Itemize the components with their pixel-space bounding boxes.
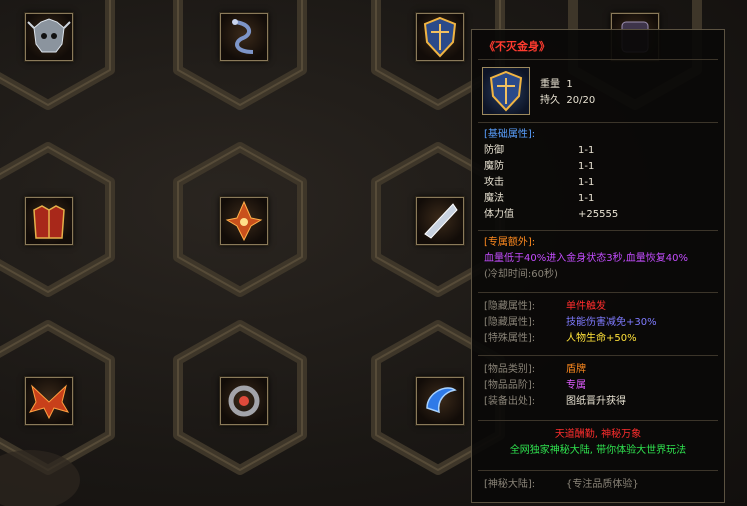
stat-value: 1-1 [578, 161, 595, 172]
divider [478, 122, 718, 123]
cooldown-text: (冷却时间:60秒) [484, 269, 558, 280]
phoenix-wings-icon [28, 384, 70, 420]
flavor-line-1: 天道酬勤, 神秘万象 [554, 429, 642, 440]
divider [478, 230, 718, 231]
footer-label: [神秘大陆]: [484, 479, 536, 490]
info-row: [物品类别]: 盾牌 [484, 362, 586, 378]
weight-row: 重量 1 [540, 77, 573, 93]
info-row: [物品品阶]: 专属 [484, 378, 586, 394]
serpent-necklace-icon [232, 19, 254, 54]
stat-row: 防御 1-1 [484, 143, 594, 159]
skull-helmet-icon [27, 18, 71, 53]
flame-emblem-icon [225, 200, 263, 242]
info-row: [装备出处]: 图纸晋升获得 [484, 394, 626, 410]
item-tooltip: 《不灭金身》 重量 1 持久 20/20 [基础属性]: 防御 1-1 魔防 1-1… [471, 29, 725, 503]
footer-row: [神秘大陆]: {专注品质体验} [484, 477, 639, 493]
attr-label: [隐藏属性]: [484, 301, 536, 312]
attr-value: 单件触发 [566, 301, 606, 312]
item-slot-helmet[interactable] [25, 13, 73, 61]
item-slot-necklace[interactable] [220, 13, 268, 61]
durability-label: 持久 [540, 95, 560, 106]
durability-row: 持久 20/20 [540, 93, 595, 109]
item-slot-blade[interactable] [416, 197, 464, 245]
divider [478, 59, 718, 60]
hidden-attr-row: [隐藏属性]: 单件触发 [484, 299, 606, 315]
crystal-blade-icon [424, 203, 458, 239]
stat-name: 魔法 [484, 193, 504, 204]
stat-name: 攻击 [484, 177, 504, 188]
item-slot-ring[interactable] [220, 377, 268, 425]
divider [478, 292, 718, 293]
stat-name: 体力值 [484, 209, 514, 220]
base-attr-header: [基础属性]: [484, 129, 536, 140]
stat-name: 魔防 [484, 161, 504, 172]
attr-label: [特殊属性]: [484, 333, 536, 344]
spiked-ring-icon [228, 385, 260, 417]
red-armor-icon [33, 205, 65, 239]
stat-value: +25555 [578, 209, 619, 220]
divider [478, 470, 718, 471]
stat-name: 防御 [484, 145, 504, 156]
stat-value: 1-1 [578, 177, 595, 188]
item-slot-shield[interactable] [416, 13, 464, 61]
weight-label: 重量 [540, 79, 560, 90]
info-label: [物品品阶]: [484, 380, 536, 391]
attr-label: [隐藏属性]: [484, 317, 536, 328]
attr-value: 人物生命+50% [566, 333, 637, 344]
stat-row: 体力值 +25555 [484, 207, 618, 223]
hidden-attr-row: [隐藏属性]: 技能伤害减免+30% [484, 315, 657, 331]
item-slot-flame[interactable] [220, 197, 268, 245]
divider [478, 355, 718, 356]
info-value: 图纸晋升获得 [566, 396, 626, 407]
special-attr-row: [特殊属性]: 人物生命+50% [484, 331, 637, 347]
item-slot-red-armor[interactable] [25, 197, 73, 245]
stat-row: 魔防 1-1 [484, 159, 594, 175]
item-title: 《不灭金身》 [484, 40, 550, 53]
exclusive-header: [专属额外]: [484, 237, 536, 248]
blue-orb-icon [426, 387, 457, 414]
item-slot-orb[interactable] [416, 377, 464, 425]
weight-value: 1 [566, 79, 573, 90]
divider [478, 420, 718, 421]
golden-shield-icon [489, 70, 523, 112]
golden-shield-icon [423, 16, 457, 58]
item-slot-wings[interactable] [25, 377, 73, 425]
durability-value: 20/20 [566, 95, 596, 106]
stat-row: 攻击 1-1 [484, 175, 594, 191]
attr-value: 技能伤害减免+30% [566, 317, 657, 328]
exclusive-desc: 血量低于40%进入金身状态3秒,血量恢复40% [484, 253, 688, 264]
stat-value: 1-1 [578, 193, 595, 204]
flavor-line-2: 全网独家神秘大陆, 带你体验大世界玩法 [509, 445, 687, 456]
footer-value: {专注品质体验} [566, 479, 639, 490]
info-label: [装备出处]: [484, 396, 536, 407]
info-label: [物品类别]: [484, 364, 536, 375]
stat-row: 魔法 1-1 [484, 191, 594, 207]
tooltip-item-icon [482, 67, 530, 115]
info-value: 盾牌 [566, 364, 586, 375]
stat-value: 1-1 [578, 145, 595, 156]
info-value: 专属 [566, 380, 586, 391]
